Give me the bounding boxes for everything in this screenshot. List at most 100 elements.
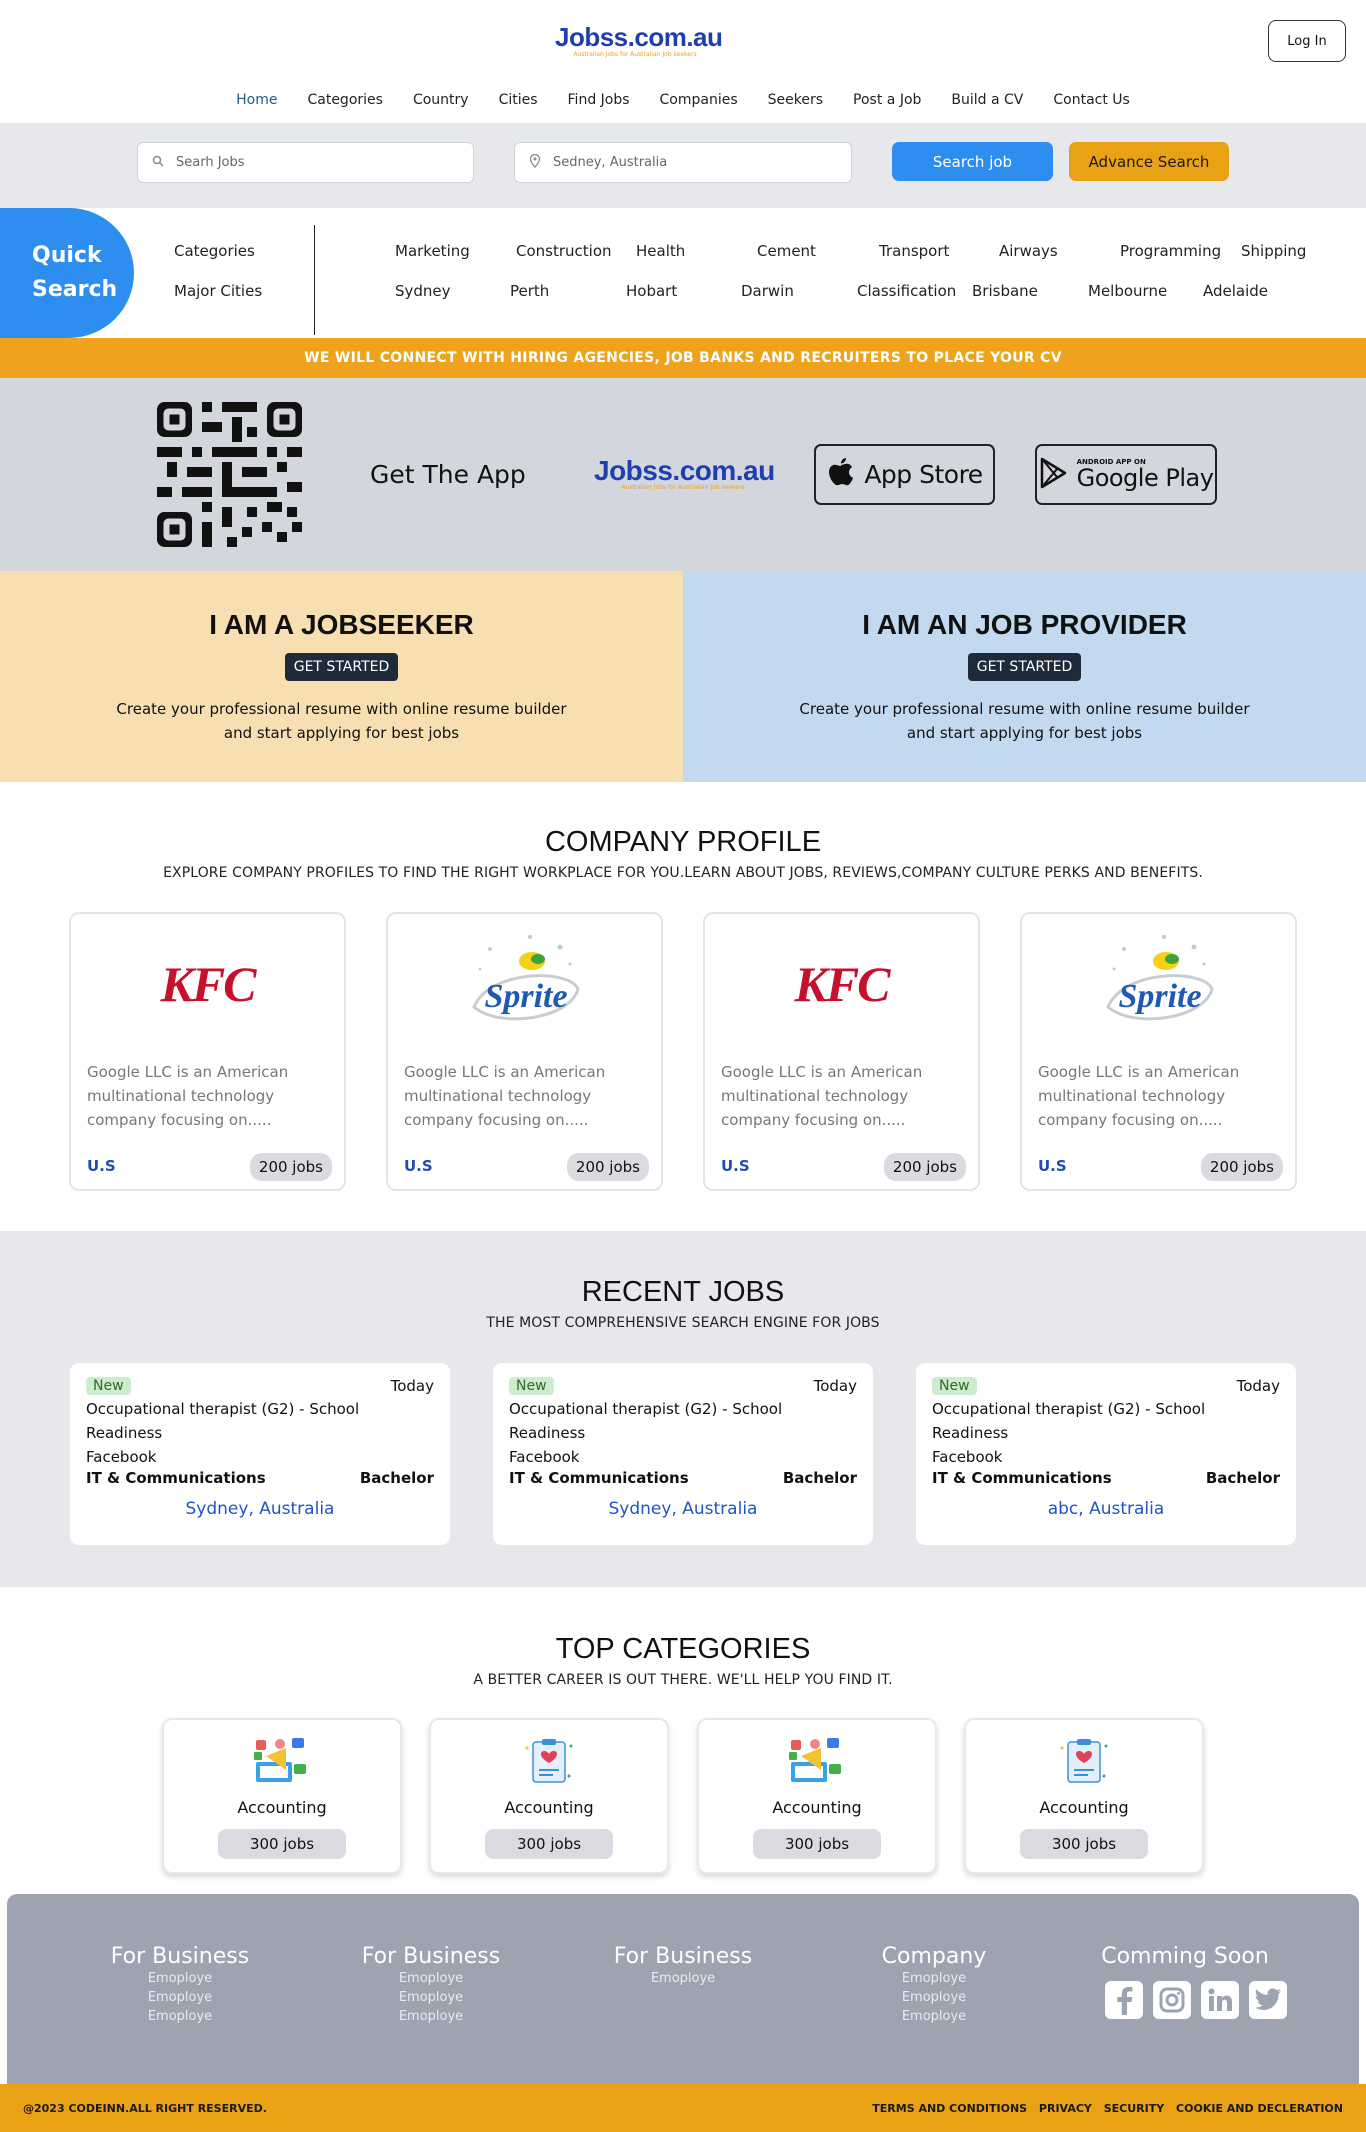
category-link[interactable]: Cement	[757, 242, 816, 260]
job-title[interactable]: Occupational therapist (G2) - School Rea…	[86, 1397, 376, 1445]
app-band-logo: Jobss.com.au Australian Jobs for Austral…	[594, 455, 775, 491]
qr-code-icon	[157, 402, 302, 547]
jobseeker-get-started-button[interactable]: GET STARTED	[284, 653, 399, 681]
footer-column: Company Emoploye Emoploye Emoploye	[814, 1944, 1054, 2026]
category-jobs-count[interactable]: 300 jobs	[485, 1829, 613, 1859]
quick-search-title-1: Quick	[32, 243, 102, 268]
location-input[interactable]: Sedney, Australia	[514, 142, 852, 183]
category-link[interactable]: Shipping	[1241, 242, 1306, 260]
company-card[interactable]: KFC Google LLC is an American multinatio…	[703, 912, 980, 1191]
nav-seekers[interactable]: Seekers	[753, 92, 838, 108]
category-link[interactable]: Airways	[999, 242, 1058, 260]
nav-companies[interactable]: Companies	[645, 92, 753, 108]
company-card[interactable]: Sprite Google LLC is an American multina…	[1020, 912, 1297, 1191]
terms-link[interactable]: TERMS AND CONDITIONS	[872, 2102, 1027, 2115]
nav-cities[interactable]: Cities	[484, 92, 553, 108]
category-name: Accounting	[504, 1798, 594, 1817]
category-link[interactable]: Marketing	[395, 242, 470, 260]
search-job-button[interactable]: Search job	[892, 142, 1053, 181]
job-location[interactable]: Sydney, Australia	[509, 1499, 857, 1519]
company-card[interactable]: Sprite Google LLC is an American multina…	[386, 912, 663, 1191]
job-card[interactable]: New Today Occupational therapist (G2) - S…	[70, 1363, 450, 1545]
category-jobs-count[interactable]: 300 jobs	[753, 1829, 881, 1859]
twitter-icon[interactable]	[1249, 1981, 1287, 2019]
job-search-input[interactable]: Searh Jobs	[137, 142, 474, 183]
city-link[interactable]: Hobart	[626, 282, 677, 300]
linkedin-icon[interactable]	[1201, 1981, 1239, 2019]
category-card[interactable]: Accounting 300 jobs	[429, 1718, 669, 1874]
cookie-link[interactable]: COOKIE AND DECLERATION	[1176, 2102, 1343, 2115]
app-store-button[interactable]: App Store	[814, 444, 995, 505]
footer-link[interactable]: Emoploye	[60, 2007, 300, 2026]
job-title[interactable]: Occupational therapist (G2) - School Rea…	[932, 1397, 1222, 1445]
quick-search-badge: Quick Search	[0, 208, 134, 338]
login-button[interactable]: Log In	[1268, 20, 1346, 62]
nav-home[interactable]: Home	[221, 92, 292, 108]
city-link[interactable]: Classification	[857, 282, 956, 300]
nav-country[interactable]: Country	[398, 92, 484, 108]
nav-find-jobs[interactable]: Find Jobs	[553, 92, 645, 108]
footer-link[interactable]: Emoploye	[60, 1988, 300, 2007]
company-location: U.S	[404, 1157, 433, 1175]
category-card[interactable]: Accounting 300 jobs	[964, 1718, 1204, 1874]
footer-link[interactable]: Emoploye	[563, 1969, 803, 1988]
category-link[interactable]: Construction	[516, 242, 612, 260]
job-location[interactable]: abc, Australia	[932, 1499, 1280, 1519]
city-link[interactable]: Brisbane	[972, 282, 1038, 300]
footer-link[interactable]: Emoploye	[311, 1969, 551, 1988]
footer-link[interactable]: Emoploye	[60, 1969, 300, 1988]
job-card[interactable]: New Today Occupational therapist (G2) - S…	[493, 1363, 873, 1545]
company-jobs-count[interactable]: 200 jobs	[1200, 1153, 1283, 1181]
city-link[interactable]: Adelaide	[1203, 282, 1268, 300]
quick-search-cities-label[interactable]: Major Cities	[174, 282, 262, 300]
category-jobs-count[interactable]: 300 jobs	[1020, 1829, 1148, 1859]
job-provider-get-started-button[interactable]: GET STARTED	[967, 653, 1082, 681]
nav-categories[interactable]: Categories	[292, 92, 397, 108]
job-provider-text: Create your professional resume with onl…	[799, 700, 1250, 742]
job-title[interactable]: Occupational therapist (G2) - School Rea…	[509, 1397, 799, 1445]
nav-contact-us[interactable]: Contact Us	[1038, 92, 1144, 108]
main-nav: Home Categories Country Cities Find Jobs…	[0, 92, 1366, 108]
category-link[interactable]: Transport	[879, 242, 949, 260]
company-description: Google LLC is an American multinational …	[1038, 1063, 1240, 1129]
job-card[interactable]: New Today Occupational therapist (G2) - S…	[916, 1363, 1296, 1545]
get-app-label: Get The App	[370, 460, 526, 489]
city-link[interactable]: Darwin	[741, 282, 794, 300]
site-logo[interactable]: Jobss.com.au Australian Jobs for Austral…	[555, 22, 723, 58]
google-play-button[interactable]: ANDROID APP ON Google Play	[1035, 444, 1217, 505]
category-link[interactable]: Programming	[1120, 242, 1221, 260]
legal-links: TERMS AND CONDITIONS PRIVACY SECURITY CO…	[864, 2102, 1343, 2115]
marketing-icon	[699, 1736, 935, 1788]
company-jobs-count[interactable]: 200 jobs	[249, 1153, 332, 1181]
category-link[interactable]: Health	[636, 242, 685, 260]
city-link[interactable]: Melbourne	[1088, 282, 1167, 300]
job-company: Facebook	[86, 1448, 157, 1466]
category-jobs-count[interactable]: 300 jobs	[218, 1829, 346, 1859]
city-link[interactable]: Sydney	[395, 282, 451, 300]
company-profile-title: COMPANY PROFILE	[544, 826, 822, 858]
facebook-icon[interactable]	[1105, 1981, 1143, 2019]
company-jobs-count[interactable]: 200 jobs	[566, 1153, 649, 1181]
social-links	[1105, 1981, 1287, 2019]
company-card[interactable]: KFC Google LLC is an American multinatio…	[69, 912, 346, 1191]
company-jobs-count[interactable]: 200 jobs	[883, 1153, 966, 1181]
footer-link[interactable]: Emoploye	[311, 1988, 551, 2007]
footer-link[interactable]: Emoploye	[814, 2007, 1054, 2026]
security-link[interactable]: SECURITY	[1104, 2102, 1164, 2115]
job-location[interactable]: Sydney, Australia	[86, 1499, 434, 1519]
footer-link[interactable]: Emoploye	[814, 1969, 1054, 1988]
new-badge: New	[509, 1377, 554, 1395]
category-card[interactable]: Accounting 300 jobs	[697, 1718, 937, 1874]
advance-search-button[interactable]: Advance Search	[1069, 142, 1229, 181]
privacy-link[interactable]: PRIVACY	[1039, 2102, 1092, 2115]
footer-link[interactable]: Emoploye	[814, 1988, 1054, 2007]
company-location: U.S	[721, 1157, 750, 1175]
nav-build-cv[interactable]: Build a CV	[936, 92, 1038, 108]
quick-search-categories-label[interactable]: Categories	[174, 242, 255, 260]
city-link[interactable]: Perth	[510, 282, 549, 300]
category-card[interactable]: Accounting 300 jobs	[162, 1718, 402, 1874]
company-profile-header: COMPANY PROFILE EXPLORE COMPANY PROFILES…	[0, 826, 1366, 881]
instagram-icon[interactable]	[1153, 1981, 1191, 2019]
footer-link[interactable]: Emoploye	[311, 2007, 551, 2026]
nav-post-a-job[interactable]: Post a Job	[838, 92, 936, 108]
